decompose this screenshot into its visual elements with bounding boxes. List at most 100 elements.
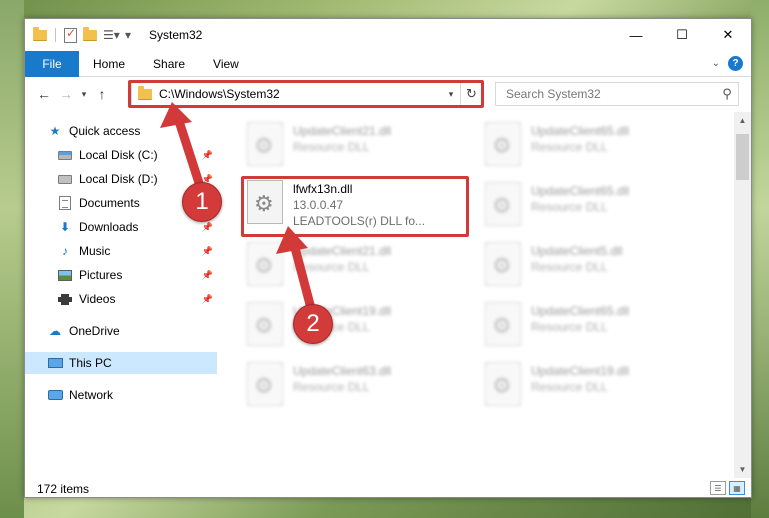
documents-icon: [57, 196, 73, 210]
file-name: UpdateClient19.dll: [531, 364, 630, 378]
help-icon[interactable]: ?: [728, 56, 743, 71]
maximize-button[interactable]: ☐: [659, 19, 705, 51]
nav-downloads[interactable]: ⬇ Downloads 📌: [25, 216, 217, 238]
nav-pictures[interactable]: Pictures 📌: [25, 264, 217, 286]
file-tile[interactable]: UpdateClient19.dll Resource DLL: [485, 360, 711, 420]
nav-label: Videos: [79, 292, 116, 306]
tab-file[interactable]: File: [25, 50, 79, 77]
file-name: UpdateClient21.dll: [293, 244, 392, 258]
dll-file-icon: [485, 362, 521, 406]
file-name: UpdateClient65.dll: [531, 124, 630, 138]
search-icon[interactable]: ⚲: [716, 86, 738, 102]
item-count: 172 items: [37, 481, 90, 496]
file-name: UpdateClient63.dll: [293, 364, 392, 378]
file-tile[interactable]: UpdateClient65.dll Resource DLL: [485, 300, 711, 360]
file-type: Resource DLL: [531, 260, 608, 274]
file-type: Resource DLL: [293, 380, 370, 394]
up-button[interactable]: ↑: [91, 83, 113, 105]
nav-videos[interactable]: Videos 📌: [25, 288, 217, 310]
toolbar-separator: [55, 28, 56, 42]
pin-icon[interactable]: 📌: [202, 222, 213, 233]
nav-label: Downloads: [79, 220, 139, 234]
search-input[interactable]: Search System32: [506, 87, 716, 101]
dll-file-icon: [247, 122, 283, 166]
forward-button[interactable]: →: [55, 83, 77, 105]
file-name: UpdateClient65.dll: [531, 304, 630, 318]
scroll-up-icon[interactable]: ▲: [734, 112, 751, 129]
onedrive-icon: ☁: [49, 324, 61, 338]
view-buttons: ☰ ▦: [710, 481, 745, 495]
local-disk-d-icon: [57, 172, 73, 186]
properties-check-icon[interactable]: [64, 26, 77, 43]
status-bar: 172 items ☰ ▦: [25, 478, 751, 497]
customize-toolbar-icon[interactable]: ☰▾: [103, 28, 120, 42]
nav-label: This PC: [69, 356, 112, 370]
tab-home[interactable]: Home: [79, 51, 139, 77]
dll-file-icon: [485, 302, 521, 346]
file-tile[interactable]: UpdateClient21.dll Resource DLL: [247, 240, 473, 300]
nav-music[interactable]: ♪ Music 📌: [25, 240, 217, 262]
local-disk-c-icon: [57, 148, 73, 162]
ribbon-right: ⌄ ?: [712, 56, 743, 71]
pin-icon[interactable]: 📌: [202, 270, 213, 281]
vertical-scrollbar[interactable]: ▲ ▼: [734, 112, 751, 478]
scrollbar-thumb[interactable]: [736, 134, 749, 180]
recent-locations-button[interactable]: ▾: [77, 83, 91, 105]
tiles-view-icon[interactable]: ▦: [729, 481, 745, 495]
file-tile[interactable]: UpdateClient19.dll Resource DLL: [247, 300, 473, 360]
toolbar-dropdown-icon[interactable]: ▾: [125, 28, 141, 42]
details-view-icon[interactable]: ☰: [710, 481, 726, 495]
dll-file-icon: [247, 302, 283, 346]
nav-quick-access[interactable]: ★ Quick access: [25, 120, 217, 142]
expand-ribbon-icon[interactable]: ⌄: [712, 58, 720, 69]
nav-label: Local Disk (D:): [79, 172, 158, 186]
search-box[interactable]: Search System32 ⚲: [495, 82, 739, 106]
music-icon: ♪: [62, 244, 68, 258]
file-list: UpdateClient21.dll Resource DLL UpdateCl…: [221, 112, 735, 469]
file-tile[interactable]: UpdateClient65.dll Resource DLL: [485, 180, 711, 240]
nav-local-disk-c[interactable]: Local Disk (C:) 📌: [25, 144, 217, 166]
nav-label: Local Disk (C:): [79, 148, 158, 162]
file-tile[interactable]: UpdateClient21.dll Resource DLL: [247, 120, 473, 180]
close-button[interactable]: ✕: [705, 19, 751, 51]
star-icon: ★: [49, 124, 61, 138]
nav-label: Pictures: [79, 268, 123, 282]
nav-onedrive[interactable]: ☁ OneDrive: [25, 320, 217, 342]
pin-icon[interactable]: 📌: [202, 150, 213, 161]
this-pc-icon: [47, 356, 63, 370]
file-tile[interactable]: UpdateClient5.dll Resource DLL: [485, 240, 711, 300]
new-folder-icon[interactable]: [83, 26, 97, 41]
navigation-pane: ★ Quick access Local Disk (C:) 📌 Local D…: [25, 112, 217, 469]
folder-icon: [33, 26, 47, 41]
dll-file-icon: [247, 242, 283, 286]
title-bar: ☰▾ ▾ System32 — ☐ ✕: [25, 19, 751, 51]
dll-file-icon: [247, 362, 283, 406]
scroll-down-icon[interactable]: ▼: [734, 461, 751, 478]
file-tile[interactable]: UpdateClient63.dll Resource DLL: [247, 360, 473, 420]
file-name: UpdateClient21.dll: [293, 124, 392, 138]
pictures-icon: [57, 268, 73, 282]
step-badge-2: 2: [293, 304, 333, 344]
file-tile[interactable]: UpdateClient65.dll Resource DLL: [485, 120, 711, 180]
file-type: Resource DLL: [293, 140, 370, 154]
back-button[interactable]: ←: [33, 83, 55, 105]
nav-network[interactable]: Network: [25, 384, 217, 406]
network-icon: [47, 388, 63, 402]
pin-icon[interactable]: 📌: [202, 294, 213, 305]
tab-view[interactable]: View: [199, 51, 253, 77]
file-type: Resource DLL: [293, 260, 370, 274]
pin-icon[interactable]: 📌: [202, 246, 213, 257]
file-type: Resource DLL: [531, 320, 608, 334]
nav-this-pc[interactable]: This PC: [25, 352, 217, 374]
nav-label: Documents: [79, 196, 140, 210]
nav-label: Quick access: [69, 124, 141, 138]
file-name: UpdateClient65.dll: [531, 184, 630, 198]
desktop-background-right: [751, 0, 769, 518]
nav-label: Network: [69, 388, 114, 402]
file-type: Resource DLL: [531, 200, 608, 214]
tab-share[interactable]: Share: [139, 51, 199, 77]
minimize-button[interactable]: —: [613, 19, 659, 51]
step-badge-1: 1: [182, 182, 222, 222]
dll-file-icon: [485, 242, 521, 286]
videos-icon: [57, 292, 73, 306]
